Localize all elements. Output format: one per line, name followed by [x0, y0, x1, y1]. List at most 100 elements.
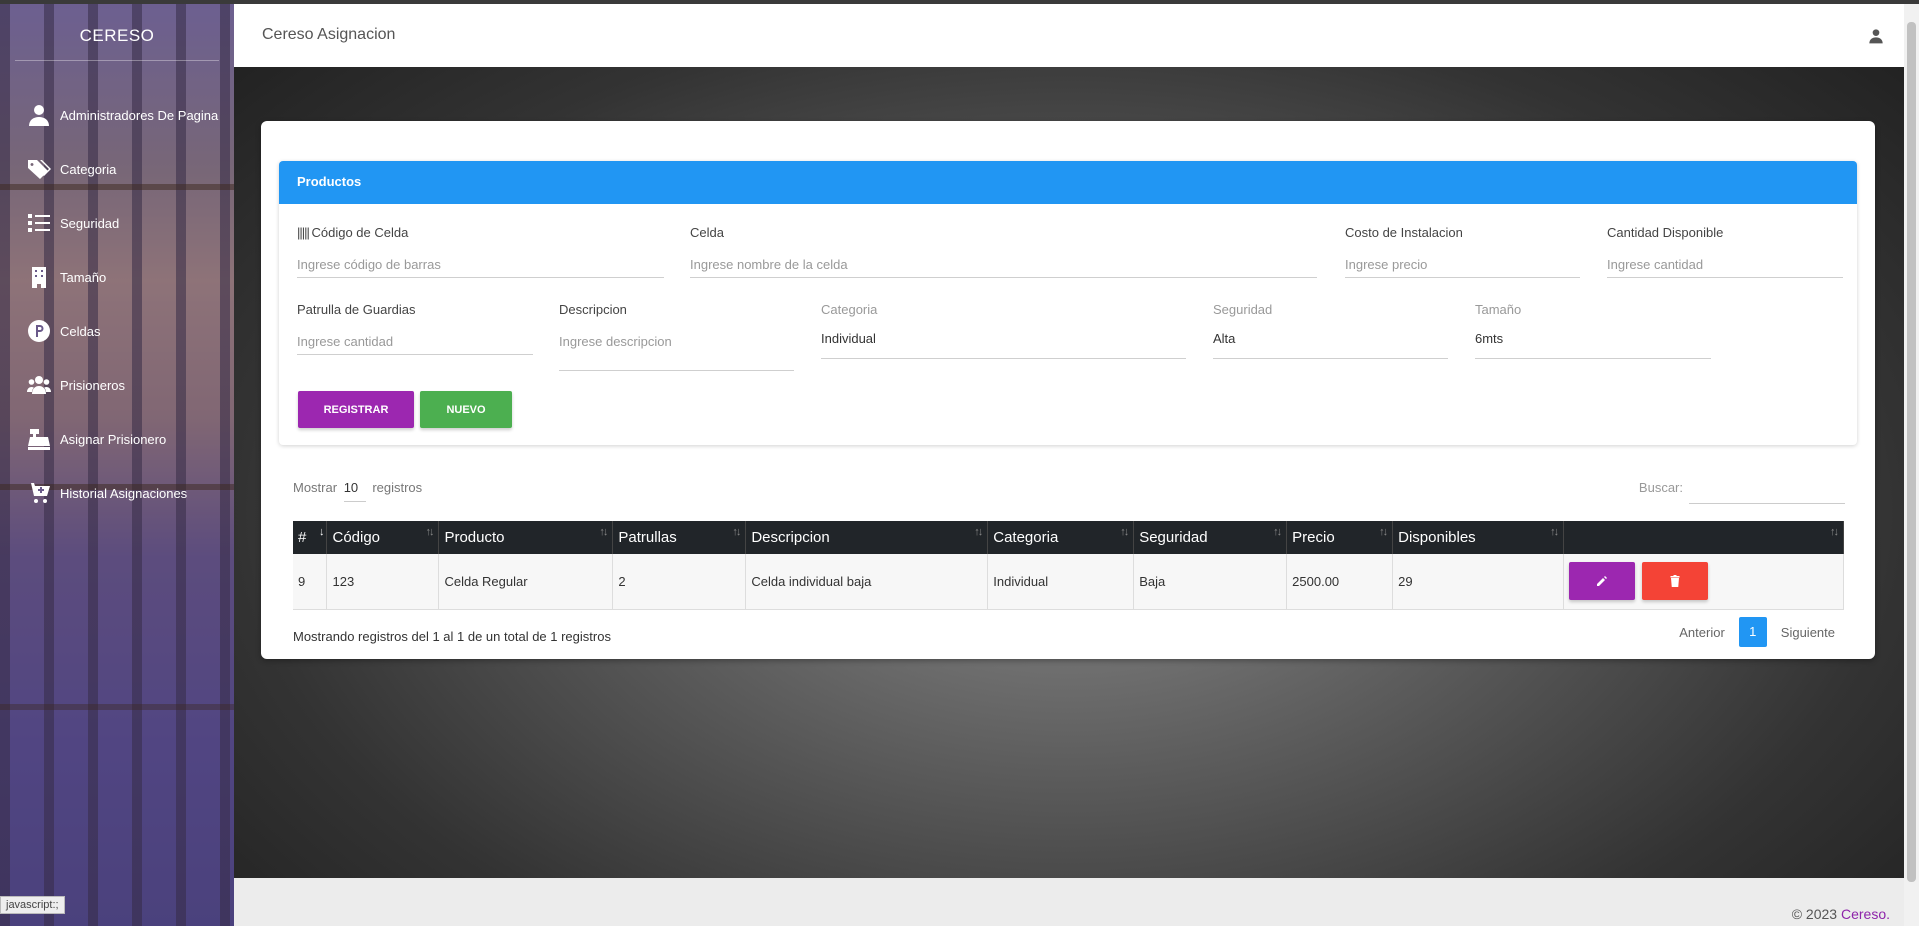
cell-id: 9	[293, 554, 328, 610]
user-icon	[26, 102, 52, 128]
list-icon	[26, 210, 52, 236]
footer-brand-link[interactable]: Cereso.	[1841, 906, 1890, 922]
parking-icon	[26, 318, 52, 344]
sidebar-item-label: Asignar Prisionero	[60, 431, 167, 447]
content-card: Productos ||||| Código de Celda Celda Co…	[261, 121, 1875, 659]
table-info: Mostrando registros del 1 al 1 de un tot…	[293, 629, 611, 644]
pagination-prev[interactable]: Anterior	[1679, 625, 1725, 640]
copyright-text: © 2023	[1791, 906, 1841, 922]
search-input[interactable]	[1689, 480, 1845, 504]
footer-dot: .	[1886, 906, 1890, 922]
sidebar-divider	[15, 60, 219, 61]
cell-patrullas: 2	[612, 554, 747, 610]
footer-brand: Cereso	[1840, 906, 1887, 922]
sidebar: CERESO Administradores De Pagina Categor…	[0, 4, 234, 926]
sidebar-item-categoria[interactable]: Categoria	[0, 142, 234, 196]
categoria-select[interactable]: Individual	[821, 331, 1186, 359]
main-content: Cereso Asignacion Productos ||||| Código…	[234, 4, 1904, 926]
sidebar-item-label: Categoria	[60, 161, 117, 177]
barcode-icon: |||||	[297, 225, 312, 240]
pagination: Anterior 1 Siguiente	[1679, 617, 1835, 647]
sidebar-item-administradores[interactable]: Administradores De Pagina	[0, 88, 234, 142]
celda-label: Celda	[690, 225, 724, 240]
sidebar-item-seguridad[interactable]: Seguridad	[0, 196, 234, 250]
col-id-header[interactable]: # ↓	[293, 521, 328, 554]
table-search: Buscar:	[1639, 480, 1845, 504]
cantidad-field: Cantidad Disponible	[1607, 225, 1843, 278]
delete-row-button[interactable]	[1641, 562, 1708, 601]
cell-categoria: Individual	[987, 554, 1135, 610]
codigo-label: ||||| Código de Celda	[297, 225, 664, 240]
footer-copyright: © 2023 Cereso.	[1792, 906, 1890, 922]
categoria-label: Categoria	[821, 302, 878, 317]
tamano-select[interactable]: 6mts	[1475, 331, 1711, 359]
search-label: Buscar:	[1638, 480, 1683, 495]
sidebar-item-tamano[interactable]: Tamaño	[0, 250, 234, 304]
col-disponibles-header[interactable]: Disponibles ↑↓	[1392, 521, 1565, 554]
sidebar-item-label: Celdas	[60, 323, 101, 339]
cell-seguridad: Baja	[1133, 554, 1288, 610]
codigo-field: ||||| Código de Celda	[297, 225, 664, 278]
sidebar-item-historial-asignaciones[interactable]: Historial Asignaciones	[0, 466, 234, 520]
patrulla-input[interactable]	[297, 329, 533, 355]
products-form-panel: Productos ||||| Código de Celda Celda Co…	[279, 161, 1857, 445]
descripcion-input[interactable]	[559, 329, 794, 371]
table-row: 9 123 Celda Regular 2 Celda individual b…	[293, 554, 1844, 610]
col-descripcion-header[interactable]: Descripcion ↑↓	[745, 521, 989, 554]
codigo-label-text: Código de Celda	[311, 225, 409, 240]
costo-label: Costo de Instalacion	[1345, 225, 1463, 240]
users-icon	[26, 372, 52, 398]
status-bar-tooltip: javascript:;	[0, 896, 65, 914]
col-codigo-header[interactable]: Código ↑↓	[326, 521, 440, 554]
cart-plus-icon	[26, 480, 52, 506]
col-producto-header[interactable]: Producto ↑↓	[438, 521, 614, 554]
sidebar-item-label: Prisioneros	[60, 377, 126, 393]
pagination-next[interactable]: Siguiente	[1781, 625, 1835, 640]
col-seguridad-header[interactable]: Seguridad ↑↓	[1133, 521, 1288, 554]
sidebar-item-asignar-prisionero[interactable]: Asignar Prisionero	[0, 412, 234, 466]
scrollbar-thumb[interactable]	[1907, 22, 1916, 882]
tags-icon	[26, 156, 52, 182]
edit-icon	[1597, 576, 1608, 587]
page-title: Cereso Asignacion	[262, 26, 396, 43]
sidebar-item-prisioneros[interactable]: Prisioneros	[0, 358, 234, 412]
registrar-button[interactable]: REGISTRAR	[298, 391, 414, 428]
seguridad-label: Seguridad	[1213, 302, 1273, 317]
celda-input[interactable]	[690, 252, 1317, 278]
celda-field: Celda	[690, 225, 1317, 278]
nuevo-button[interactable]: NUEVO	[420, 391, 512, 428]
codigo-input[interactable]	[297, 252, 664, 278]
tamano-label: Tamaño	[1475, 302, 1522, 317]
page-scrollbar[interactable]	[1904, 4, 1919, 926]
sidebar-item-label: Administradores De Pagina	[60, 107, 219, 123]
sidebar-item-label: Historial Asignaciones	[60, 485, 188, 501]
sidebar-brand[interactable]: CERESO	[0, 26, 234, 46]
seguridad-select[interactable]: Alta	[1213, 331, 1448, 359]
col-actions-header[interactable]: ↑↓	[1563, 521, 1844, 554]
show-prefix: Mostrar	[293, 480, 338, 495]
col-categoria-header[interactable]: Categoria ↑↓	[987, 521, 1135, 554]
sidebar-item-celdas[interactable]: Celdas	[0, 304, 234, 358]
edit-row-button[interactable]	[1569, 562, 1636, 601]
building-icon	[26, 264, 52, 290]
categoria-field: Categoria Individual	[821, 302, 1186, 359]
col-patrullas-header[interactable]: Patrullas ↑↓	[612, 521, 747, 554]
col-precio-header[interactable]: Precio ↑↓	[1286, 521, 1394, 554]
cell-actions	[1563, 554, 1844, 610]
descripcion-field: Descripcion	[559, 302, 794, 371]
cantidad-input[interactable]	[1607, 252, 1843, 278]
cell-precio: 2500.00	[1286, 554, 1394, 610]
seguridad-field: Seguridad Alta	[1213, 302, 1448, 359]
show-suffix: registros	[372, 480, 423, 495]
cell-disponibles: 29	[1392, 554, 1565, 610]
sidebar-item-label: Seguridad	[60, 215, 120, 231]
cell-producto: Celda Regular	[438, 554, 614, 610]
user-menu-icon[interactable]	[1868, 28, 1884, 44]
page-length-select[interactable]: 10	[343, 480, 366, 502]
pagination-page-1[interactable]: 1	[1738, 617, 1767, 647]
costo-input[interactable]	[1345, 252, 1580, 278]
patrulla-field: Patrulla de Guardias	[297, 302, 533, 355]
trash-icon	[1670, 575, 1680, 588]
sidebar-item-label: Tamaño	[60, 269, 107, 285]
top-header: Cereso Asignacion	[234, 4, 1904, 67]
